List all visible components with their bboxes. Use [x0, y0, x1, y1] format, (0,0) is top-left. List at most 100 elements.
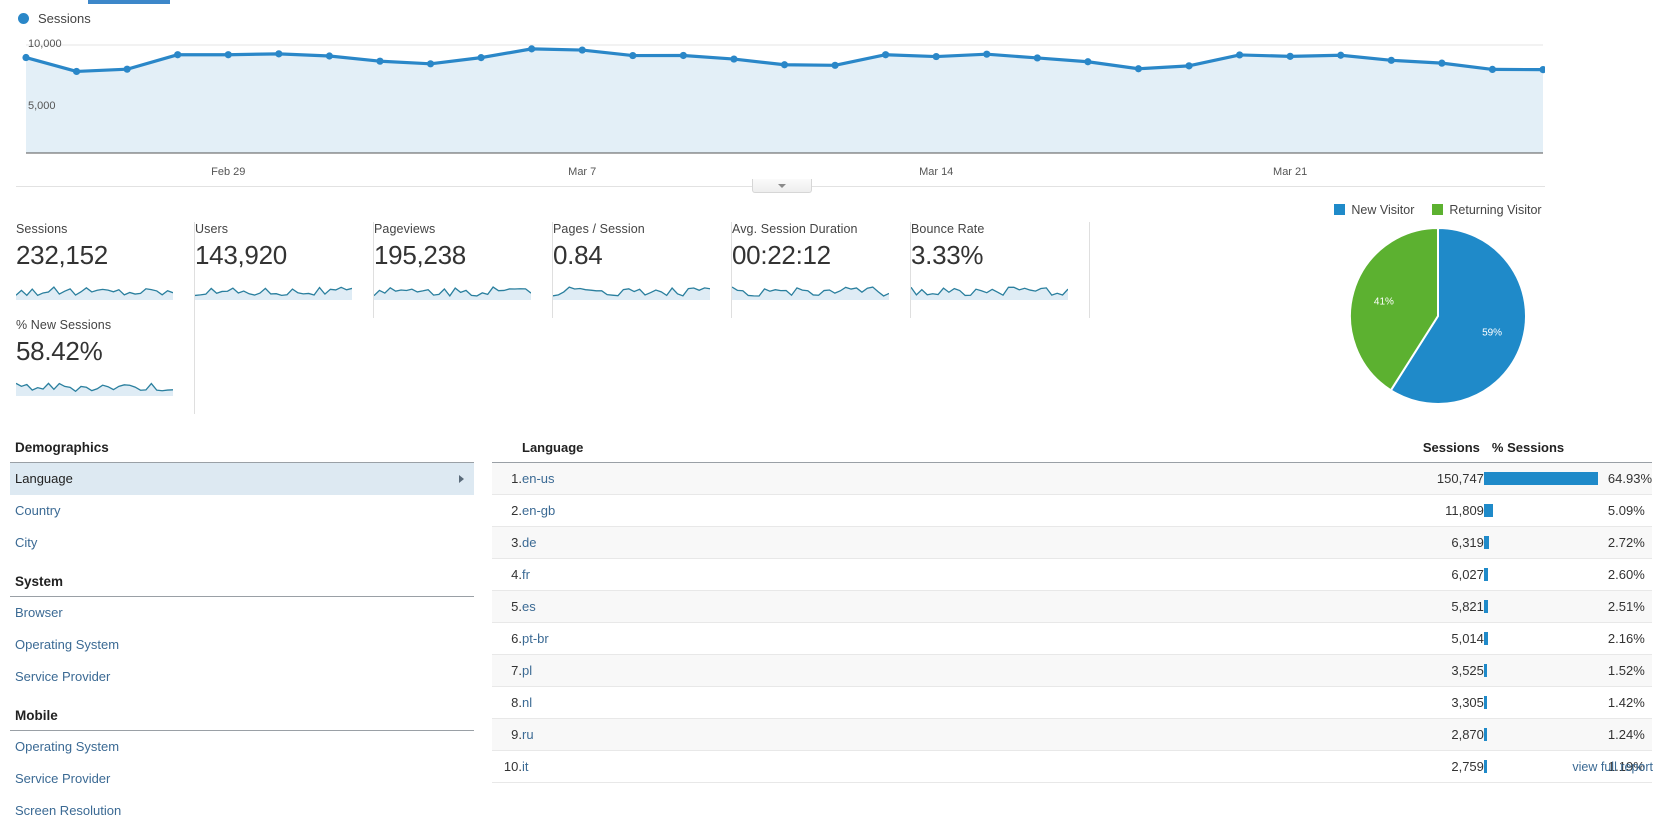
metric-label: Pageviews	[374, 222, 436, 236]
row-language-cell: fr	[522, 558, 1005, 591]
timeline-legend[interactable]: Sessions	[18, 11, 91, 26]
active-tab-indicator[interactable]	[88, 0, 170, 4]
table-row[interactable]: 7. pl 3,525 1.52%	[492, 654, 1652, 687]
pie-chart[interactable]: 59% 41%	[1348, 226, 1528, 406]
row-language-cell: pt-br	[522, 622, 1005, 655]
timeline-svg	[22, 44, 1545, 154]
pct-bar	[1483, 536, 1489, 549]
dimension-item-demographics-country[interactable]: Country	[10, 495, 474, 527]
row-language-link[interactable]: es	[522, 599, 536, 614]
pct-bar	[1483, 568, 1489, 581]
x-axis-tick-feb-29: Feb 29	[211, 166, 246, 178]
metric-sparkline	[910, 286, 1069, 300]
sessions-timeline-chart[interactable]	[16, 33, 1545, 165]
metric-value: 143,920	[195, 240, 287, 270]
row-language-cell: ru	[522, 718, 1005, 751]
metric-tile-users[interactable]: Users 143,920	[194, 222, 374, 318]
top-bar	[0, 0, 1665, 5]
row-index: 3.	[492, 526, 522, 559]
pie-legend-item-new-visitor[interactable]: New Visitor	[1334, 203, 1414, 217]
pct-bar-track	[1483, 472, 1598, 485]
row-pct-sessions-cell: 1.42%	[1483, 686, 1652, 719]
x-axis-tick-mar-21: Mar 21	[1273, 166, 1308, 178]
pie-legend[interactable]: New Visitor Returning Visitor	[1226, 203, 1650, 217]
dimension-item-label: Operating System	[15, 739, 120, 754]
table-row[interactable]: 1. en-us 150,747 64.93%	[492, 462, 1652, 495]
dimension-item-system-browser[interactable]: Browser	[10, 597, 474, 629]
table-row[interactable]: 8. nl 3,305 1.42%	[492, 686, 1652, 719]
chart-collapse-handle[interactable]	[752, 179, 812, 193]
row-language-link[interactable]: de	[522, 535, 536, 550]
dimension-item-demographics-language[interactable]: Language	[10, 463, 474, 495]
row-pct-sessions-cell: 2.72%	[1483, 526, 1652, 559]
row-language-link[interactable]: en-gb	[522, 503, 555, 518]
metric-sparkline	[194, 286, 353, 300]
row-sessions: 3,305	[1004, 686, 1484, 719]
metric-sparkline	[373, 286, 532, 300]
dimension-item-system-operating-system[interactable]: Operating System	[10, 629, 474, 661]
metric-value: 00:22:12	[732, 240, 831, 270]
pct-bar	[1483, 504, 1493, 517]
metric-value: 58.42%	[16, 336, 103, 366]
pct-bar-track	[1483, 632, 1598, 645]
row-language-link[interactable]: nl	[522, 695, 532, 710]
row-sessions: 3,525	[1004, 654, 1484, 687]
metric-tile-bounce-rate[interactable]: Bounce Rate 3.33%	[910, 222, 1090, 318]
dimension-item-mobile-screen-resolution[interactable]: Screen Resolution	[10, 795, 474, 827]
pie-holder: 59% 41%	[1226, 226, 1650, 406]
dimension-item-system-service-provider[interactable]: Service Provider	[10, 661, 474, 693]
table-row[interactable]: 6. pt-br 5,014 2.16%	[492, 622, 1652, 655]
pct-bar	[1483, 600, 1489, 613]
dimension-item-label: Browser	[15, 605, 63, 620]
row-sessions: 2,870	[1004, 718, 1484, 751]
pie-legend-label: New Visitor	[1351, 203, 1415, 217]
row-language-cell: en-gb	[522, 494, 1005, 527]
dimension-group-spacer	[10, 559, 474, 570]
pie-legend-item-returning-visitor[interactable]: Returning Visitor	[1432, 203, 1542, 217]
pie-legend-swatch	[1334, 204, 1346, 215]
sessions-legend-label: Sessions	[38, 11, 91, 26]
dimension-item-demographics-city[interactable]: City	[10, 527, 474, 559]
metric-tile-new-sessions[interactable]: % New Sessions 58.42%	[15, 318, 195, 414]
table-row[interactable]: 9. ru 2,870 1.24%	[492, 718, 1652, 751]
row-language-link[interactable]: en-us	[522, 471, 555, 486]
pie-slice-label: 59%	[1482, 328, 1502, 339]
row-language-cell: en-us	[522, 462, 1005, 495]
dimension-item-mobile-service-provider[interactable]: Service Provider	[10, 763, 474, 795]
th-sessions[interactable]: Sessions	[1004, 436, 1484, 463]
row-index: 5.	[492, 590, 522, 623]
metric-value: 232,152	[16, 240, 108, 270]
x-axis-tick-mar-7: Mar 7	[568, 166, 597, 178]
row-language-cell: de	[522, 526, 1005, 559]
row-index: 4.	[492, 558, 522, 591]
row-sessions: 6,319	[1004, 526, 1484, 559]
row-pct-sessions-cell: 1.52%	[1483, 654, 1652, 687]
language-data-table: Language Sessions % Sessions 1. en-us 150,…	[492, 436, 1652, 783]
table-row[interactable]: 4. fr 6,027 2.60%	[492, 558, 1652, 591]
metric-tile-pages-session[interactable]: Pages / Session 0.84	[552, 222, 732, 318]
dimension-item-mobile-operating-system[interactable]: Operating System	[10, 731, 474, 763]
th-language[interactable]: Language	[522, 436, 1005, 463]
row-language-link[interactable]: pl	[522, 663, 532, 678]
row-language-link[interactable]: ru	[522, 727, 534, 742]
row-sessions: 150,747	[1004, 462, 1484, 495]
dimension-group-title-system: System	[10, 570, 474, 597]
metric-tile-pageviews[interactable]: Pageviews 195,238	[373, 222, 553, 318]
language-data-table-panel: Language Sessions % Sessions 1. en-us 150,…	[492, 436, 1652, 783]
table-row[interactable]: 2. en-gb 11,809 5.09%	[492, 494, 1652, 527]
table-row[interactable]: 5. es 5,821 2.51%	[492, 590, 1652, 623]
row-language-link[interactable]: it	[522, 759, 529, 774]
row-pct-sessions: 1.24%	[1607, 727, 1645, 742]
table-row[interactable]: 3. de 6,319 2.72%	[492, 526, 1652, 559]
table-row[interactable]: 10. it 2,759 1.19%	[492, 750, 1652, 783]
row-language-link[interactable]: pt-br	[522, 631, 549, 646]
metric-tile-sessions[interactable]: Sessions 232,152	[15, 222, 195, 318]
pct-bar-track	[1483, 536, 1598, 549]
row-language-link[interactable]: fr	[522, 567, 530, 582]
view-full-report-link[interactable]: view full report	[1572, 760, 1653, 774]
metric-tile-avg-session-duration[interactable]: Avg. Session Duration 00:22:12	[731, 222, 911, 318]
row-sessions: 6,027	[1004, 558, 1484, 591]
row-language-cell: es	[522, 590, 1005, 623]
th-pct-sessions[interactable]: % Sessions	[1483, 436, 1652, 463]
row-pct-sessions-cell: 2.60%	[1483, 558, 1652, 591]
